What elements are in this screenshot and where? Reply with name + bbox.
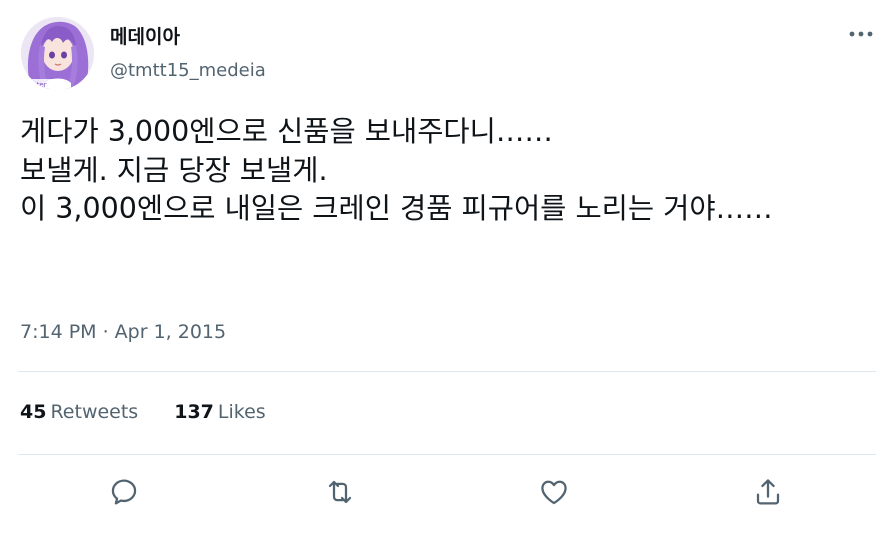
divider xyxy=(18,454,876,455)
share-icon xyxy=(756,479,780,505)
retweets-stat[interactable]: 45 Retweets xyxy=(20,398,138,426)
tweet-timestamp[interactable]: 7:14 PM · Apr 1, 2015 xyxy=(20,318,226,346)
heart-icon xyxy=(541,480,567,505)
reply-button[interactable] xyxy=(104,472,144,512)
retweets-count: 45 xyxy=(20,401,47,423)
like-button[interactable] xyxy=(534,472,574,512)
display-name[interactable]: 메데이아 xyxy=(110,24,266,50)
svg-text:itter: itter xyxy=(32,81,47,89)
tweet-stats: 45 Retweets 137 Likes xyxy=(20,398,266,426)
more-horizontal-icon xyxy=(849,31,873,37)
reply-icon xyxy=(111,479,137,505)
retweet-icon xyxy=(328,480,352,504)
retweet-button[interactable] xyxy=(320,472,360,512)
avatar-image: itter xyxy=(21,17,94,90)
avatar[interactable]: itter xyxy=(21,17,94,90)
retweets-label: Retweets xyxy=(50,401,139,423)
user-handle[interactable]: @tmtt15_medeia xyxy=(110,58,266,84)
share-button[interactable] xyxy=(748,472,788,512)
tweet-text: 게다가 3,000엔으로 신품을 보내주다니…… 보낼게. 지금 당장 보낼게.… xyxy=(20,115,773,225)
likes-label: Likes xyxy=(217,401,266,423)
user-name-block: 메데이아 @tmtt15_medeia xyxy=(110,24,266,84)
likes-stat[interactable]: 137 Likes xyxy=(174,398,265,426)
tweet-card: itter 메데이아 @tmtt15_medeia 게다가 3,000엔으로 신… xyxy=(0,0,894,544)
divider xyxy=(18,371,876,372)
tweet-header: itter 메데이아 @tmtt15_medeia xyxy=(20,14,880,90)
likes-count: 137 xyxy=(174,401,214,423)
tweet-actions xyxy=(0,466,894,516)
more-options-button[interactable] xyxy=(844,20,878,48)
